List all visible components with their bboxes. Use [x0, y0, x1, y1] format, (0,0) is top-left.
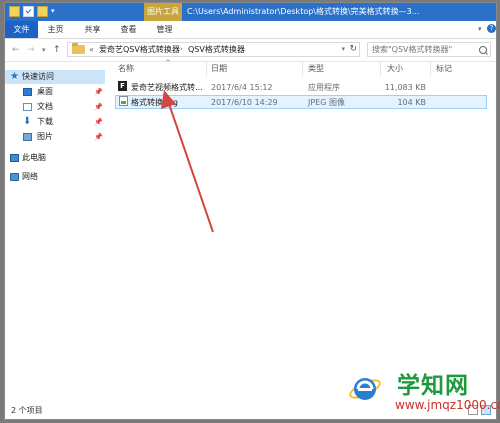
file-row[interactable]: 格式转换.jpg 2017/6/10 14:29 JPEG 图像 104 KB	[115, 95, 487, 109]
picture-tools-context-tab: 图片工具	[144, 3, 182, 21]
pictures-icon	[23, 133, 32, 141]
help-icon[interactable]: ?	[487, 24, 496, 33]
up-arrow-icon[interactable]: ↑	[53, 44, 61, 56]
sidebar-item-quick-access[interactable]: ★ 快速访问	[5, 70, 105, 84]
column-headers: ^ 名称 日期 类型 大小 标记	[115, 59, 487, 76]
column-divider[interactable]	[302, 62, 303, 76]
sidebar-item-label: 此电脑	[22, 153, 46, 162]
sidebar-item-label: 快速访问	[22, 72, 54, 81]
tab-file[interactable]: 文件	[5, 21, 38, 38]
pin-icon[interactable]: 📌	[94, 85, 103, 99]
address-bar[interactable]: « 爱奇艺QSV格式转换器 › QSV格式转换器 ▾ ↻	[67, 42, 360, 57]
pin-icon[interactable]: 📌	[94, 115, 103, 129]
recent-locations-icon[interactable]: ▾	[42, 44, 46, 56]
qat-dropdown-icon[interactable]: ▾	[51, 6, 59, 17]
sidebar-item-documents[interactable]: 文档 📌	[5, 100, 105, 114]
file-type: 应用程序	[308, 83, 340, 92]
sidebar-item-desktop[interactable]: 桌面 📌	[5, 85, 105, 99]
file-explorer-window: ▾ 图片工具 C:\Users\Administrator\Desktop\格式…	[4, 2, 497, 420]
watermark-title: 学知网	[397, 373, 469, 399]
navigation-pane: ★ 快速访问 桌面 📌 文档 📌 ⬇ 下载 📌 图片 📌 此电脑 网络	[5, 62, 105, 403]
file-size: 11,083 KB	[384, 83, 426, 92]
breadcrumb-overflow[interactable]: «	[89, 43, 94, 56]
refresh-icon[interactable]: ↻	[349, 43, 357, 56]
file-row[interactable]: F 爱奇艺视频格式转... 2017/6/4 15:12 应用程序 11,083…	[115, 81, 487, 95]
sidebar-item-pictures[interactable]: 图片 📌	[5, 130, 105, 144]
jpeg-icon	[119, 96, 128, 106]
this-pc-icon	[10, 154, 19, 162]
documents-icon	[23, 103, 32, 111]
desktop-icon	[23, 88, 32, 96]
file-name: 爱奇艺视频格式转...	[131, 83, 203, 92]
search-input[interactable]: 搜索"QSV格式转换器"	[367, 42, 491, 57]
sidebar-item-label: 下载	[37, 117, 53, 126]
watermark: 学知网 www.jmqz1000.com	[347, 366, 500, 420]
sidebar-item-downloads[interactable]: ⬇ 下载 📌	[5, 115, 105, 129]
title-bar: ▾ 图片工具 C:\Users\Administrator\Desktop\格式…	[5, 3, 496, 21]
sort-ascending-icon: ^	[165, 59, 171, 67]
pin-icon[interactable]: 📌	[94, 130, 103, 144]
window-title: C:\Users\Administrator\Desktop\格式转换\完美格式…	[187, 7, 420, 16]
new-folder-icon[interactable]	[37, 6, 48, 17]
sidebar-item-label: 桌面	[37, 87, 53, 96]
file-name: 格式转换.jpg	[131, 98, 178, 107]
ie-logo-icon	[349, 378, 381, 400]
file-size: 104 KB	[397, 98, 426, 107]
search-placeholder: 搜索"QSV格式转换器"	[372, 45, 453, 54]
breadcrumb-item[interactable]: QSV格式转换器	[188, 43, 245, 56]
network-icon	[10, 173, 19, 181]
tab-share[interactable]: 共享	[80, 21, 105, 38]
folder-icon[interactable]	[9, 6, 20, 17]
column-header-size[interactable]: 大小	[387, 62, 403, 76]
address-dropdown-icon[interactable]: ▾	[341, 43, 345, 56]
column-header-date[interactable]: 日期	[211, 62, 227, 76]
sidebar-item-this-pc[interactable]: 此电脑	[5, 151, 105, 165]
column-header-type[interactable]: 类型	[308, 62, 324, 76]
column-header-tags[interactable]: 标记	[436, 62, 452, 76]
sidebar-item-label: 图片	[37, 132, 53, 141]
ribbon-tabs: 文件 主页 共享 查看 管理 ▾ ?	[5, 21, 496, 39]
folder-icon	[72, 43, 85, 54]
navigation-bar: ← → ▾ ↑ « 爱奇艺QSV格式转换器 › QSV格式转换器 ▾ ↻ 搜索"…	[5, 39, 496, 62]
quick-access-toolbar: ▾	[9, 6, 59, 17]
tab-manage[interactable]: 管理	[152, 21, 177, 38]
column-divider[interactable]	[430, 62, 431, 76]
tab-view[interactable]: 查看	[116, 21, 141, 38]
sidebar-item-network[interactable]: 网络	[5, 170, 105, 184]
breadcrumb-item[interactable]: 爱奇艺QSV格式转换器	[99, 43, 180, 56]
file-type: JPEG 图像	[308, 98, 345, 107]
file-date: 2017/6/4 15:12	[211, 83, 273, 92]
item-count: 2 个项目	[11, 406, 43, 415]
forward-arrow-icon[interactable]: →	[27, 44, 35, 56]
star-icon: ★	[10, 71, 19, 82]
sidebar-item-label: 文档	[37, 102, 53, 111]
search-icon	[479, 46, 487, 54]
column-header-name[interactable]: 名称	[118, 62, 134, 76]
ribbon-expand-icon[interactable]: ▾	[478, 25, 486, 33]
file-date: 2017/6/10 14:29	[211, 98, 278, 107]
tab-home[interactable]: 主页	[43, 21, 68, 38]
download-icon: ⬇	[23, 116, 32, 127]
column-divider[interactable]	[380, 62, 381, 76]
column-divider[interactable]	[206, 62, 207, 76]
pin-icon[interactable]: 📌	[94, 100, 103, 114]
sidebar-item-label: 网络	[22, 172, 38, 181]
breadcrumb-separator[interactable]: ›	[180, 43, 183, 56]
watermark-url: www.jmqz1000.com	[395, 398, 500, 412]
properties-icon[interactable]	[23, 6, 34, 17]
exe-icon: F	[118, 81, 127, 91]
back-arrow-icon[interactable]: ←	[12, 44, 20, 56]
